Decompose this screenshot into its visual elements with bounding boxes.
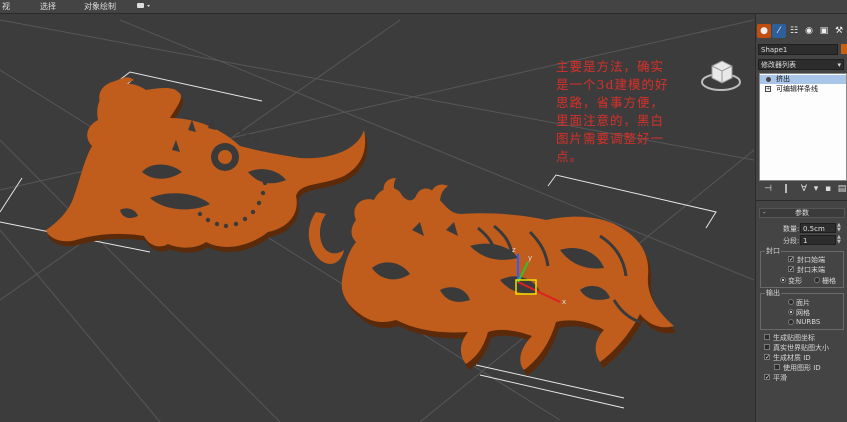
command-panel: ● ⁄ ☷ ◉ ▣ ⚒ Shape1 修改器列表 ▾ 挤出 + 可编辑样条线 ⊣…: [755, 14, 847, 422]
svg-text:y: y: [528, 254, 532, 262]
menu-bar: 视 选择 对象绘制: [0, 0, 847, 14]
cap-end-checkbox[interactable]: ✓: [788, 266, 794, 273]
amount-spinner[interactable]: ▲ ▼: [837, 223, 842, 233]
morph-label: 变形: [788, 277, 802, 285]
svg-text:x: x: [562, 298, 566, 306]
output-mesh-label: 网格: [796, 309, 810, 317]
modifier-list-label: 修改器列表: [761, 61, 796, 69]
output-patch-radio[interactable]: [788, 299, 794, 305]
menu-item-select[interactable]: 选择: [40, 1, 56, 12]
cap-end-label: 封口末端: [797, 266, 825, 274]
use-shape-ids-checkbox[interactable]: [774, 364, 780, 370]
motion-icon[interactable]: ◉: [802, 24, 816, 38]
gen-map-coords-checkbox[interactable]: [764, 334, 770, 340]
segments-label: 分段:: [783, 237, 800, 245]
command-panel-tabs: ● ⁄ ☷ ◉ ▣ ⚒: [756, 24, 847, 40]
ox-right-model[interactable]: [308, 178, 677, 376]
smooth-label: 平滑: [773, 374, 787, 382]
object-name-field[interactable]: Shape1: [758, 44, 838, 55]
stack-item-editable-spline[interactable]: + 可编辑样条线: [760, 85, 846, 94]
morph-radio[interactable]: [780, 277, 786, 283]
real-world-checkbox[interactable]: [764, 344, 770, 350]
lightbulb-icon[interactable]: [766, 77, 771, 82]
viewport-shading-icon[interactable]: [136, 0, 152, 13]
make-unique-icon[interactable]: ∀: [799, 183, 809, 195]
output-nurbs-radio[interactable]: [788, 319, 794, 325]
output-nurbs-label: NURBS: [796, 318, 821, 326]
output-patch-label: 面片: [796, 299, 810, 307]
remove-modifier-icon[interactable]: ▾: [811, 183, 821, 195]
divider: [756, 200, 847, 201]
gen-mat-ids-checkbox[interactable]: ✓: [764, 354, 770, 361]
modifier-list-dropdown[interactable]: 修改器列表 ▾: [758, 59, 844, 70]
modify-icon[interactable]: ⁄: [772, 24, 786, 38]
perspective-viewport[interactable]: z x y 主要是方法，确实是一个3d建模的好思路，省事方便，里面注意的，黑白图…: [0, 14, 754, 422]
create-icon[interactable]: ●: [757, 24, 771, 38]
collapse-icon: -: [763, 209, 766, 217]
use-shape-ids-label: 使用图形 ID: [783, 364, 821, 372]
segments-spinner[interactable]: ▲ ▼: [837, 235, 842, 245]
modifier-stack[interactable]: 挤出 + 可编辑样条线: [759, 73, 847, 181]
svg-text:z: z: [512, 246, 516, 254]
cap-start-checkbox[interactable]: ✓: [788, 256, 794, 263]
chevron-down-icon: ▾: [837, 61, 841, 69]
configure-sets-icon[interactable]: ▪: [823, 183, 833, 195]
segments-field[interactable]: 1: [800, 235, 836, 245]
amount-field[interactable]: 0.5cm: [800, 223, 836, 233]
amount-label: 数量:: [783, 225, 800, 233]
real-world-label: 真实世界贴图大小: [773, 344, 829, 352]
object-color-swatch[interactable]: [841, 44, 847, 54]
grid-label: 栅格: [822, 277, 836, 285]
menu-item-view[interactable]: 视: [2, 1, 10, 12]
menu-item-object-paint[interactable]: 对象绘制: [84, 1, 116, 12]
parameters-rollout-header[interactable]: - 参数: [759, 208, 845, 218]
display-icon[interactable]: ▣: [817, 24, 831, 38]
modifier-sets-icon[interactable]: ▤: [837, 183, 847, 195]
gen-mat-ids-label: 生成材质 ID: [773, 354, 811, 362]
grid-radio[interactable]: [814, 277, 820, 283]
cap-start-label: 封口始端: [797, 256, 825, 264]
hierarchy-icon[interactable]: ☷: [787, 24, 801, 38]
output-mesh-radio[interactable]: [788, 309, 794, 315]
gen-map-coords-label: 生成贴图坐标: [773, 334, 815, 342]
stack-item-extrude[interactable]: 挤出: [760, 75, 846, 84]
utilities-icon[interactable]: ⚒: [832, 24, 846, 38]
annotation-text: 主要是方法，确实是一个3d建模的好思路，省事方便，里面注意的，黑白图片需要调整好…: [556, 59, 669, 164]
show-end-result-icon[interactable]: ❙: [781, 183, 791, 195]
stack-toolbar: ⊣ ❙ ∀ ▾ ▪ ▤: [759, 182, 847, 196]
pin-stack-icon[interactable]: ⊣: [763, 183, 773, 195]
plus-box-icon[interactable]: +: [765, 86, 771, 92]
smooth-checkbox[interactable]: ✓: [764, 374, 770, 381]
